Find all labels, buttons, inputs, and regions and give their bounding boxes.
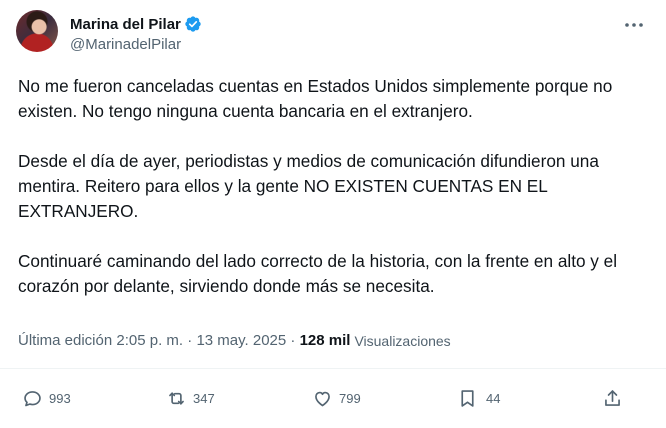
tweet-time[interactable]: 2:05 p. m. (116, 332, 183, 349)
views-label: Visualizaciones (354, 332, 451, 349)
author-names: Marina del Pilar @MarinadelPilar (70, 14, 202, 53)
bookmark-count: 44 (486, 390, 501, 406)
views-count: 128 mil (299, 332, 351, 349)
repost-count: 347 (193, 390, 215, 406)
tweet-meta: Última edición 2:05 p. m. · 13 may. 2025… (18, 332, 451, 349)
tweet-paragraph-2: Desde el día de ayer, periodistas y medi… (18, 151, 599, 221)
repost-button[interactable]: 347 (166, 384, 215, 412)
repost-icon (169, 391, 184, 405)
action-bar: 993 347 799 44 (0, 384, 666, 412)
meta-separator: · (183, 332, 197, 349)
reply-icon (24, 390, 41, 406)
tweet-date[interactable]: 13 may. 2025 (196, 332, 286, 349)
bookmark-button[interactable]: 44 (457, 384, 500, 412)
handle[interactable]: @MarinadelPilar (70, 36, 202, 53)
tweet-card: Marina del Pilar @MarinadelPilar No me f… (0, 0, 666, 428)
more-options-button[interactable] (620, 14, 648, 36)
divider (0, 368, 666, 369)
tweet-header: Marina del Pilar @MarinadelPilar (16, 10, 650, 58)
bookmark-icon (461, 389, 474, 407)
more-dots-icon (625, 23, 643, 27)
share-icon (605, 389, 620, 406)
verified-badge-icon (185, 16, 201, 32)
tweet-text: No me fueron canceladas cuentas en Estad… (18, 74, 638, 324)
reply-count: 993 (49, 390, 71, 406)
avatar[interactable] (16, 10, 58, 52)
display-name[interactable]: Marina del Pilar (70, 16, 181, 33)
tweet-paragraph-1: No me fueron canceladas cuentas en Estad… (18, 76, 613, 121)
reply-button[interactable]: 993 (22, 384, 71, 412)
like-button[interactable]: 799 (312, 384, 361, 412)
name-row: Marina del Pilar (70, 14, 202, 34)
tweet-paragraph-3: Continuaré caminando del lado correcto d… (18, 251, 618, 296)
heart-icon (315, 391, 330, 406)
edited-label[interactable]: Última edición (18, 332, 112, 349)
like-count: 799 (339, 390, 361, 406)
meta-separator-2: · (286, 332, 300, 349)
share-button[interactable] (602, 384, 623, 412)
